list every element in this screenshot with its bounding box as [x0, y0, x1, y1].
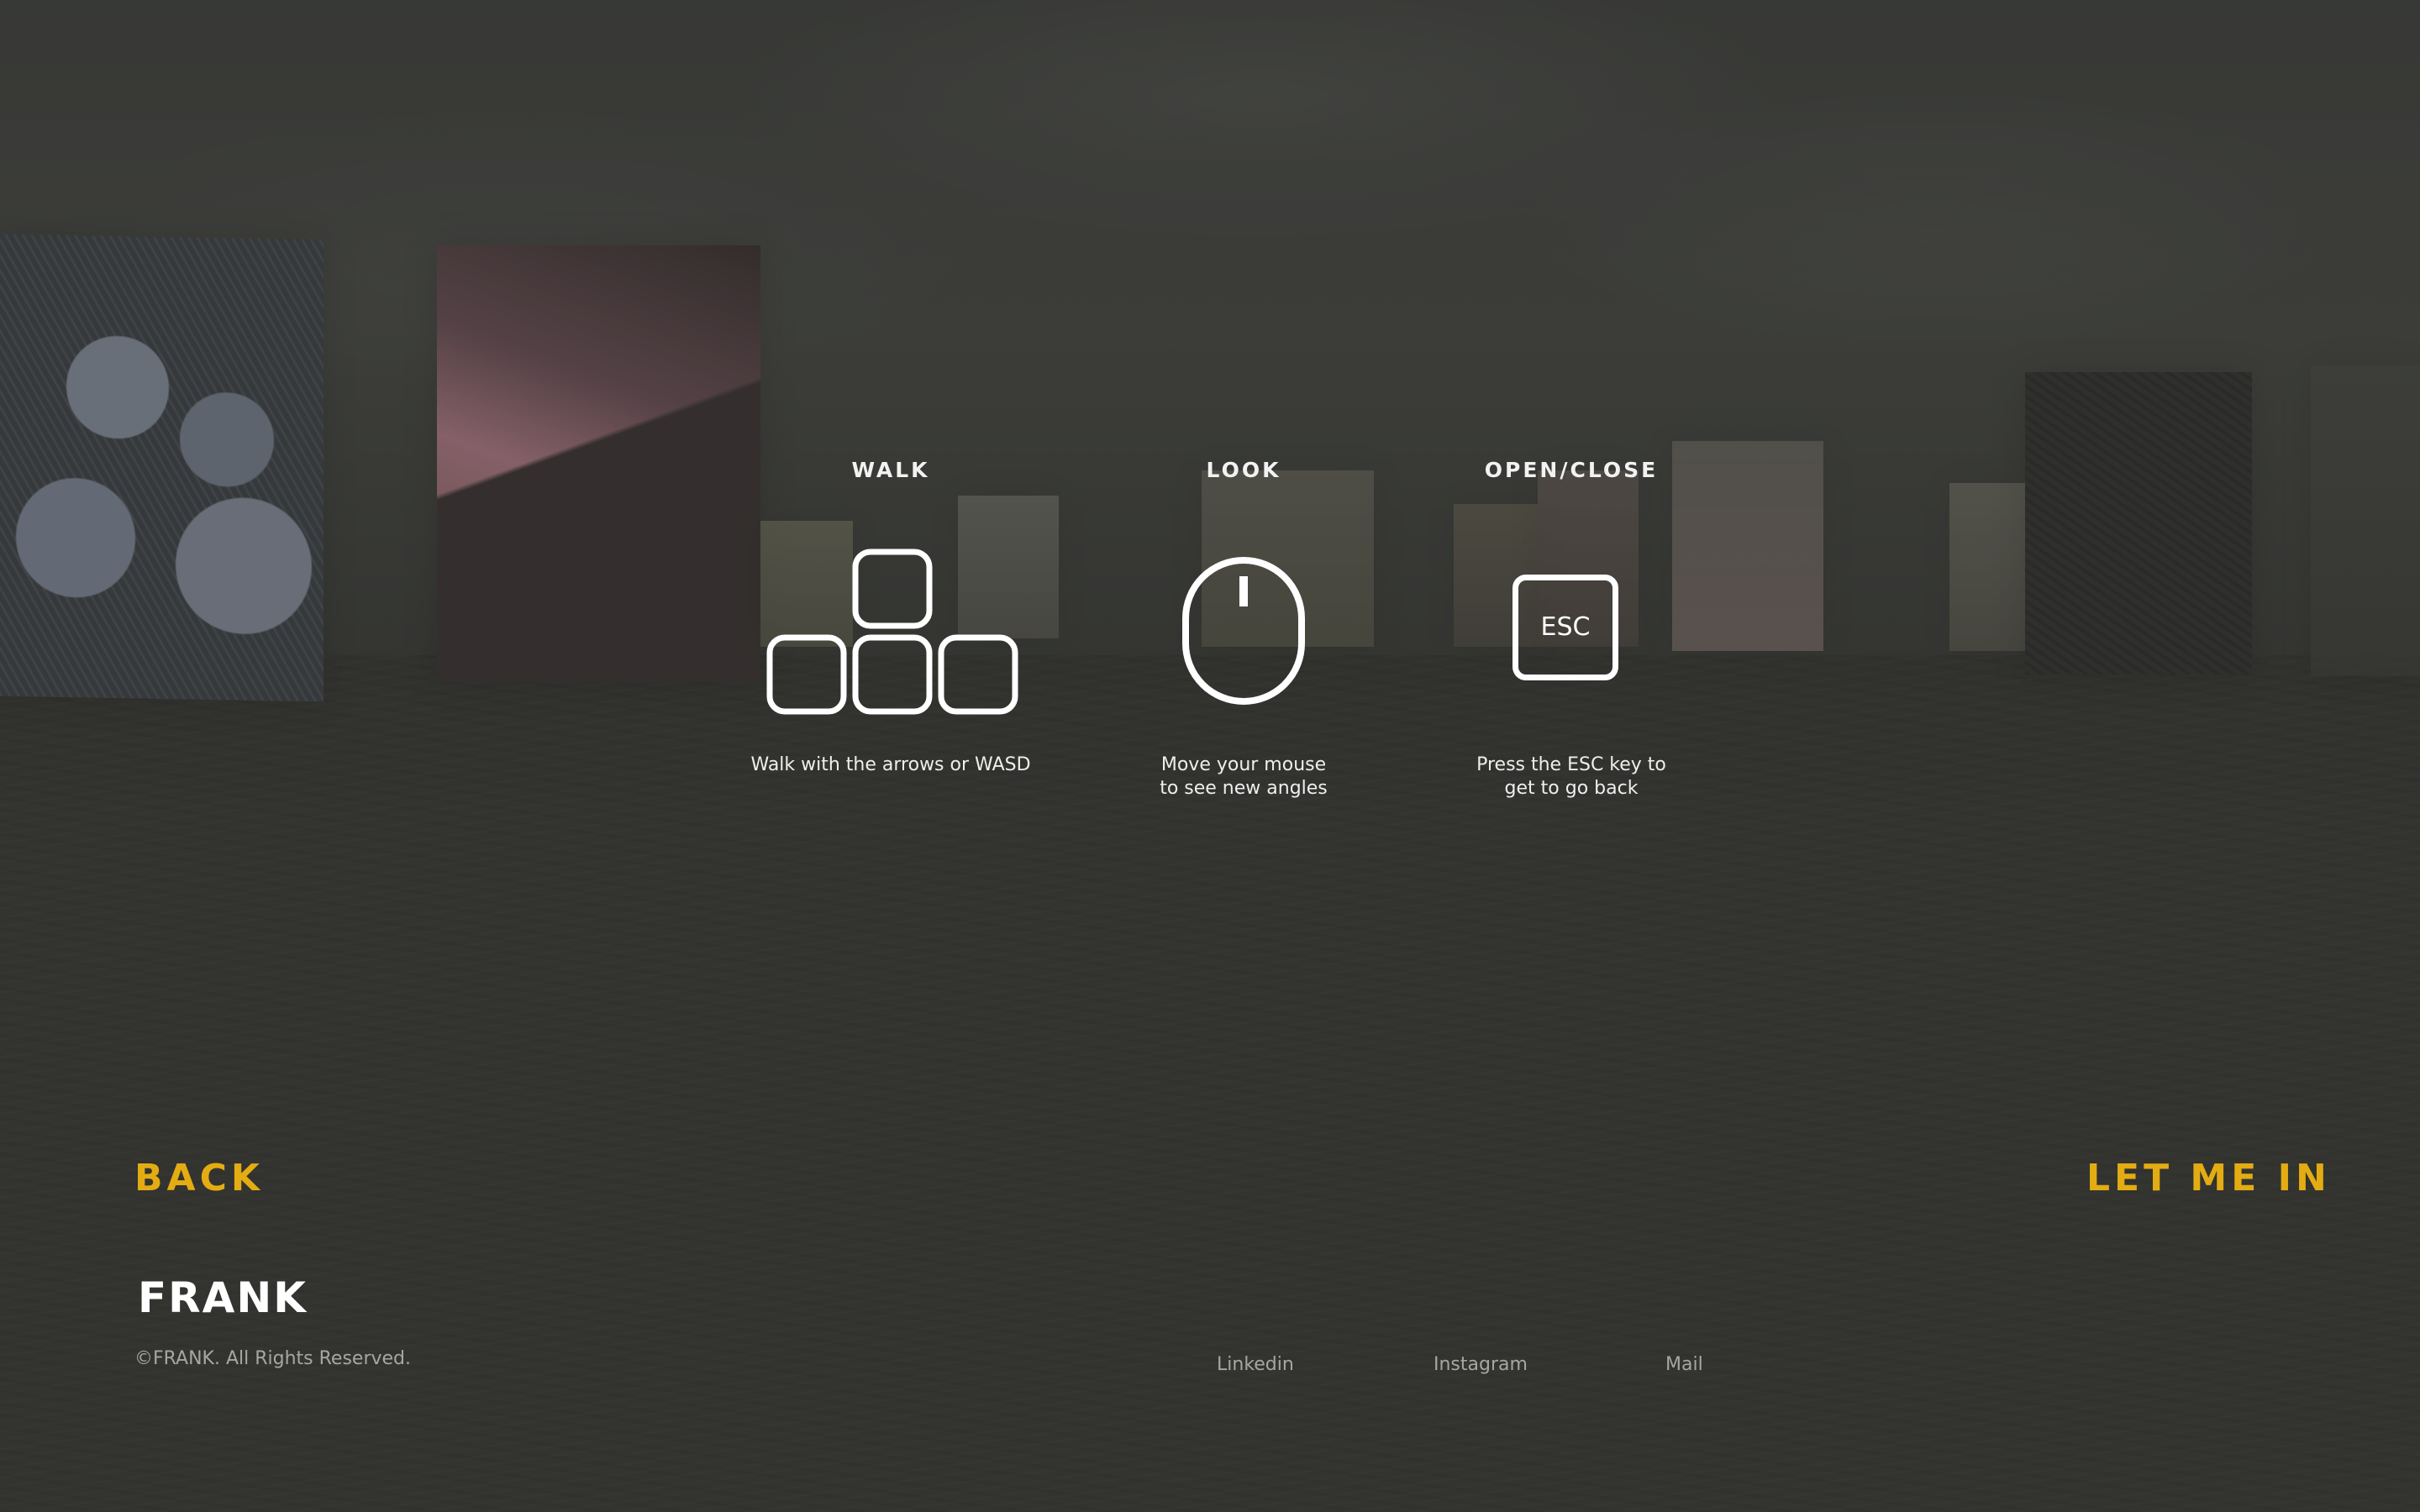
frank-logo[interactable]: FRANK — [138, 1275, 314, 1317]
mouse-icon — [1182, 557, 1305, 705]
linkedin-link[interactable]: Linkedin — [1217, 1354, 1294, 1375]
svg-text:FRANK: FRANK — [138, 1275, 308, 1317]
walk-description: Walk with the arrows or WASD — [750, 754, 1031, 775]
walk-title: WALK — [851, 458, 930, 482]
openclose-title: OPEN/CLOSE — [1484, 458, 1659, 482]
look-description: Move your mouse to see new angles — [1160, 754, 1328, 799]
esc-key-icon: ESC — [1512, 575, 1618, 680]
let-me-in-button[interactable]: LET ME IN — [2086, 1157, 2331, 1200]
back-button[interactable]: BACK — [134, 1157, 264, 1200]
esc-key-label: ESC — [1540, 612, 1591, 642]
openclose-description: Press the ESC key to get to go back — [1476, 754, 1666, 799]
look-title: LOOK — [1206, 458, 1281, 482]
openclose-instruction: OPEN/CLOSE ESC Press the ESC key to get … — [1445, 458, 1697, 799]
keyboard-keys-icon — [766, 549, 1018, 715]
look-instruction: LOOK Move your mouse to see new angles — [1118, 458, 1370, 799]
mail-link[interactable]: Mail — [1665, 1354, 1703, 1375]
instagram-link[interactable]: Instagram — [1434, 1354, 1528, 1375]
walk-instruction: WALK Walk with the arrows or WASD — [723, 458, 1059, 775]
copyright-text: ©FRANK. All Rights Reserved. — [134, 1348, 412, 1369]
